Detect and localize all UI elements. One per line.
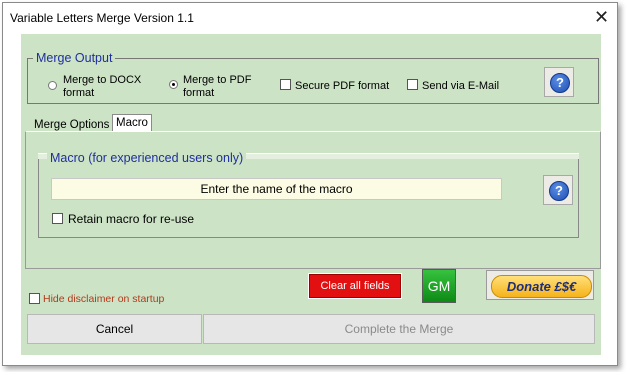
merge-to-docx-radio[interactable] [48,81,57,90]
dialog-client-area: Merge Output Merge to DOCX format Merge … [21,34,601,355]
merge-output-legend: Merge Output [33,51,116,65]
merge-to-docx-line1: Merge to DOCX [63,74,142,86]
retain-macro-checkbox[interactable] [52,213,63,224]
macro-legend: Macro (for experienced users only) [47,151,247,165]
donate-button[interactable]: Donate £$€ [486,270,594,300]
macro-name-input[interactable]: Enter the name of the macro [51,178,502,200]
merge-to-docx-label[interactable]: Merge to DOCX format [63,74,141,100]
retain-macro-label[interactable]: Retain macro for re-use [68,213,194,226]
secure-pdf-label[interactable]: Secure PDF format [295,80,389,93]
question-icon: ? [550,73,570,93]
merge-to-pdf-line2: format [183,87,215,99]
donate-label: Donate £$€ [491,275,592,298]
hide-disclaimer-checkbox[interactable] [29,293,40,304]
send-email-label[interactable]: Send via E-Mail [422,80,499,93]
merge-to-pdf-line1: Merge to PDF [183,74,252,86]
send-email-checkbox[interactable] [407,79,418,90]
cancel-button[interactable]: Cancel [27,314,202,344]
window-title: Variable Letters Merge Version 1.1 [10,11,194,25]
macro-help-button[interactable]: ? [543,175,573,205]
title-bar: Variable Letters Merge Version 1.1 ✕ [3,3,617,33]
complete-merge-button[interactable]: Complete the Merge [203,314,595,344]
merge-output-help-button[interactable]: ? [544,67,574,97]
hide-disclaimer-label[interactable]: Hide disclaimer on startup [43,293,164,305]
question-icon: ? [549,181,569,201]
close-icon[interactable]: ✕ [594,7,609,27]
merge-to-pdf-label[interactable]: Merge to PDF format [183,74,251,100]
app-window: Variable Letters Merge Version 1.1 ✕ Mer… [2,2,618,366]
merge-to-pdf-radio[interactable] [169,80,178,89]
gm-button[interactable]: GM [422,269,456,303]
tab-macro[interactable]: Macro [112,114,152,132]
merge-to-docx-line2: format [63,87,95,99]
secure-pdf-checkbox[interactable] [280,79,291,90]
clear-all-fields-button[interactable]: Clear all fields [308,273,402,299]
